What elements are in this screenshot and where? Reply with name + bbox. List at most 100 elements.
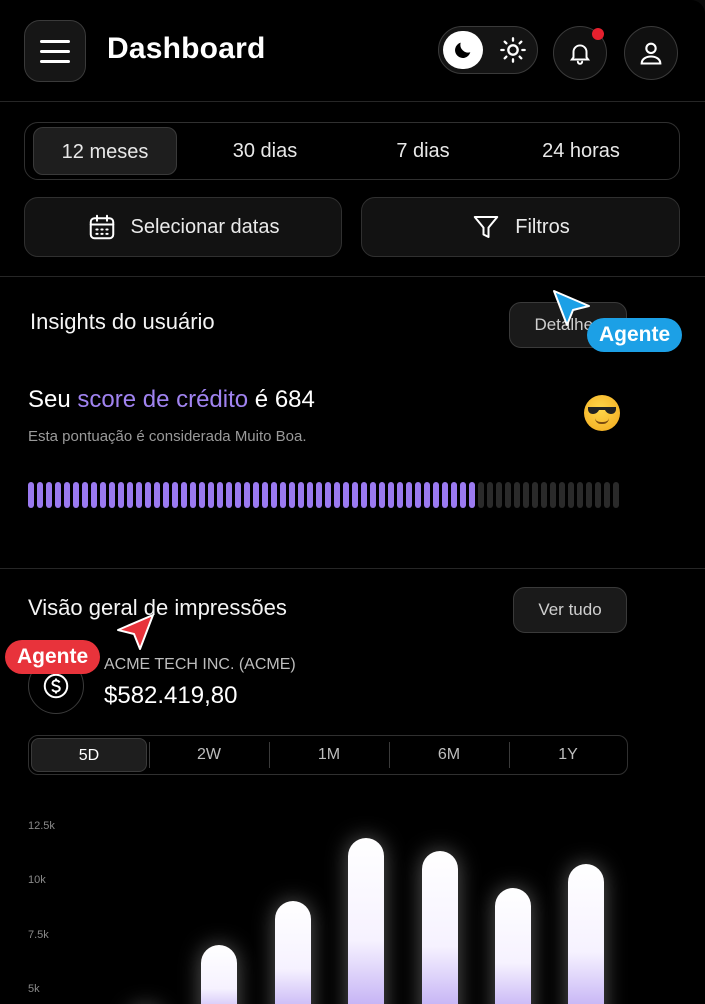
filter-icon bbox=[474, 216, 499, 238]
select-dates-button[interactable]: Selecionar datas bbox=[24, 197, 342, 257]
meter-segment bbox=[586, 482, 592, 508]
y-tick-label: 7.5k bbox=[28, 929, 49, 941]
y-tick-label: 10k bbox=[28, 874, 46, 886]
meter-segment bbox=[37, 482, 43, 508]
agent-label-blue: Agente bbox=[587, 318, 683, 352]
hamburger-icon bbox=[40, 49, 70, 53]
range-tab-6m[interactable]: 6M bbox=[390, 738, 508, 772]
chart-bar[interactable] bbox=[201, 944, 237, 1004]
meter-segment bbox=[361, 482, 367, 508]
meter-segment bbox=[316, 482, 322, 508]
profile-button[interactable] bbox=[624, 26, 678, 80]
tab-7-dias[interactable]: 7 dias bbox=[349, 127, 497, 175]
sunglasses-emoji-icon bbox=[584, 395, 620, 431]
header: Dashboard bbox=[0, 0, 705, 102]
meter-segment bbox=[496, 482, 502, 508]
meter-segment bbox=[505, 482, 511, 508]
agent-label-red: Agente bbox=[5, 640, 101, 674]
credit-score-meter bbox=[28, 482, 619, 508]
page-title: Dashboard bbox=[107, 32, 266, 65]
meter-segment bbox=[181, 482, 187, 508]
meter-segment bbox=[514, 482, 520, 508]
tab-12-meses[interactable]: 12 meses bbox=[33, 127, 177, 175]
meter-segment bbox=[100, 482, 106, 508]
meter-segment bbox=[532, 482, 538, 508]
chart-bar[interactable] bbox=[495, 887, 531, 1004]
meter-segment bbox=[118, 482, 124, 508]
range-tab-1m[interactable]: 1M bbox=[270, 738, 388, 772]
range-tab-5d[interactable]: 5D bbox=[31, 738, 147, 772]
meter-segment bbox=[136, 482, 142, 508]
meter-segment bbox=[244, 482, 250, 508]
view-all-button[interactable]: Ver tudo bbox=[513, 587, 627, 633]
meter-segment bbox=[523, 482, 529, 508]
meter-segment bbox=[343, 482, 349, 508]
meter-segment bbox=[325, 482, 331, 508]
meter-segment bbox=[226, 482, 232, 508]
chart-bar[interactable] bbox=[422, 850, 458, 1004]
notification-badge bbox=[592, 28, 604, 40]
range-tab-1y[interactable]: 1Y bbox=[510, 738, 626, 772]
meter-segment bbox=[595, 482, 601, 508]
impressions-title: Visão geral de impressões bbox=[28, 595, 287, 620]
tab-30-dias[interactable]: 30 dias bbox=[191, 127, 339, 175]
meter-segment bbox=[271, 482, 277, 508]
app-frame: Dashboard 12 meses 30 dias 7 dias 24 hor… bbox=[0, 0, 705, 1004]
chart-bar[interactable] bbox=[348, 837, 384, 1004]
meter-segment bbox=[406, 482, 412, 508]
agent-cursor-blue-icon bbox=[553, 290, 590, 326]
tab-24-horas[interactable]: 24 horas bbox=[507, 127, 655, 175]
meter-segment bbox=[298, 482, 304, 508]
meter-segment bbox=[307, 482, 313, 508]
company-name: ACME TECH INC. (ACME) bbox=[104, 656, 296, 673]
user-icon bbox=[640, 42, 662, 65]
meter-segment bbox=[154, 482, 160, 508]
meter-segment bbox=[460, 482, 466, 508]
select-dates-label: Selecionar datas bbox=[130, 215, 280, 238]
menu-button[interactable] bbox=[24, 20, 86, 82]
meter-segment bbox=[352, 482, 358, 508]
filters-button[interactable]: Filtros bbox=[361, 197, 680, 257]
meter-segment bbox=[388, 482, 394, 508]
meter-segment bbox=[433, 482, 439, 508]
y-tick-label: 5k bbox=[28, 983, 40, 995]
meter-segment bbox=[28, 482, 34, 508]
meter-segment bbox=[370, 482, 376, 508]
meter-segment bbox=[109, 482, 115, 508]
meter-segment bbox=[199, 482, 205, 508]
meter-segment bbox=[550, 482, 556, 508]
divider bbox=[0, 276, 705, 277]
balance-amount: $582.419,80 bbox=[104, 682, 238, 709]
score-highlight[interactable]: score de crédito bbox=[77, 386, 248, 413]
moon-icon bbox=[443, 31, 483, 69]
chart-bar[interactable] bbox=[275, 900, 311, 1004]
meter-segment bbox=[172, 482, 178, 508]
meter-segment bbox=[190, 482, 196, 508]
meter-segment bbox=[478, 482, 484, 508]
theme-toggle[interactable] bbox=[438, 26, 538, 74]
meter-segment bbox=[163, 482, 169, 508]
meter-segment bbox=[82, 482, 88, 508]
meter-segment bbox=[469, 482, 475, 508]
meter-segment bbox=[541, 482, 547, 508]
filters-label: Filtros bbox=[515, 215, 570, 238]
meter-segment bbox=[289, 482, 295, 508]
meter-segment bbox=[334, 482, 340, 508]
meter-segment bbox=[64, 482, 70, 508]
meter-segment bbox=[559, 482, 565, 508]
y-tick-label: 12.5k bbox=[28, 820, 55, 832]
meter-segment bbox=[442, 482, 448, 508]
meter-segment bbox=[262, 482, 268, 508]
chart-bar[interactable] bbox=[568, 863, 604, 1004]
meter-segment bbox=[91, 482, 97, 508]
credit-score-text: Seu score de crédito é 684 bbox=[28, 386, 315, 414]
score-value: é 684 bbox=[248, 386, 315, 413]
divider bbox=[0, 568, 705, 569]
score-description: Esta pontuação é considerada Muito Boa. bbox=[28, 428, 307, 445]
meter-segment bbox=[145, 482, 151, 508]
range-tab-2w[interactable]: 2W bbox=[150, 738, 268, 772]
insights-title: Insights do usuário bbox=[30, 309, 215, 334]
meter-segment bbox=[415, 482, 421, 508]
meter-segment bbox=[604, 482, 610, 508]
meter-segment bbox=[235, 482, 241, 508]
